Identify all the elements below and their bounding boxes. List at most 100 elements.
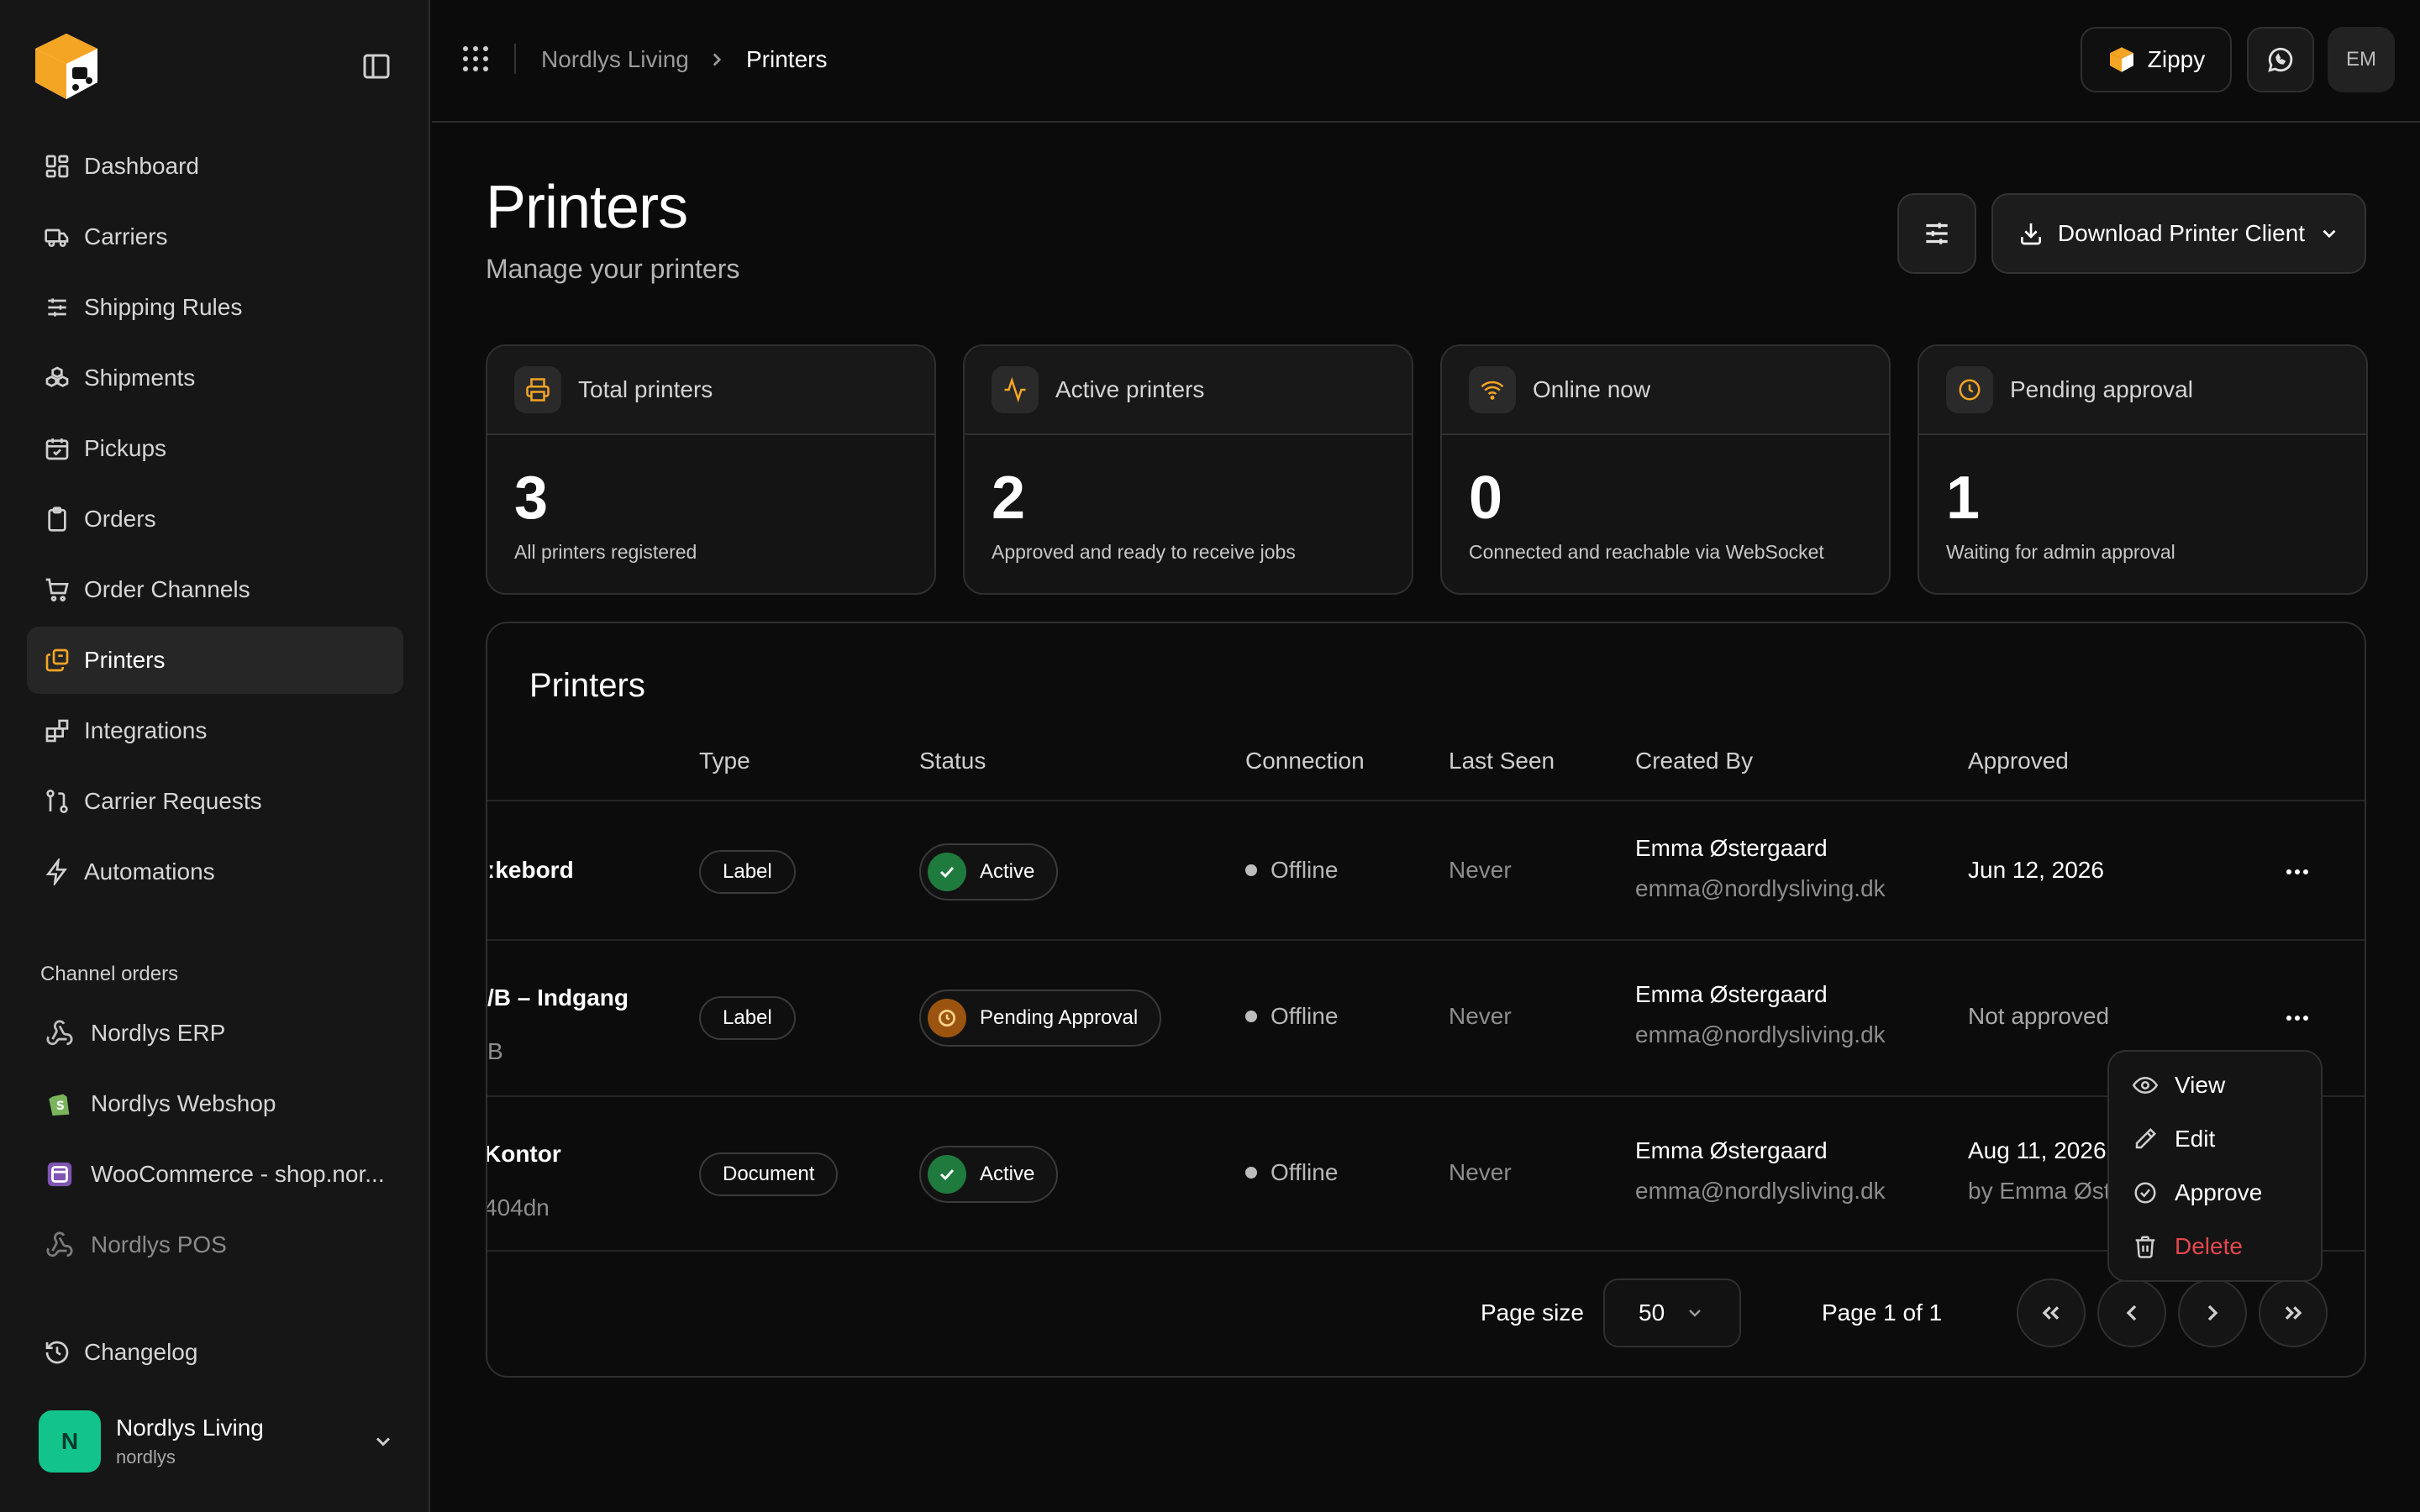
creator-name: Emma Østergaard [1635, 1137, 1828, 1163]
breadcrumb-org[interactable]: Nordlys Living [541, 46, 689, 73]
table-row[interactable]: Kontor 404dn Document Active Offline Nev… [487, 1095, 2365, 1252]
app-root: Dashboard Carriers Shipping Rules Shipme… [0, 0, 2420, 1512]
check-circle-icon [2134, 1182, 2156, 1204]
creator-email: emma@nordlysliving.dk [1635, 1178, 1886, 1204]
channel-orders-heading: Channel orders [40, 963, 179, 985]
stat-card-pending-approval: Pending approval 1 Waiting for admin app… [1918, 344, 2368, 595]
sidebar-item-shipments[interactable]: Shipments [27, 344, 403, 412]
table-row[interactable]: /B – Indgang B Label Pending Approval Of… [487, 939, 2365, 1095]
eye-icon [2133, 1076, 2158, 1095]
git-pull-icon [44, 788, 71, 815]
column-header-created-by[interactable]: Created By [1635, 748, 1753, 774]
menu-item-delete[interactable]: Delete [2109, 1220, 2321, 1273]
activity-icon [992, 366, 1039, 413]
channel-item-nordlys-webshop[interactable]: S Nordlys Webshop [27, 1070, 403, 1137]
stat-card-header: Total printers [487, 346, 934, 435]
menu-item-label: Approve [2175, 1179, 2263, 1205]
column-header-status[interactable]: Status [919, 748, 986, 774]
menu-item-edit[interactable]: Edit [2109, 1112, 2321, 1166]
dashboard-icon [44, 153, 71, 180]
sidebar-item-printers[interactable]: Printers [27, 627, 403, 694]
status-label: Active [980, 860, 1035, 883]
offline-dot [1245, 864, 1257, 876]
zippy-logo[interactable] [29, 29, 104, 104]
chevron-right-icon [2207, 1305, 2218, 1321]
last-seen: Never [1449, 857, 1512, 883]
more-horizontal-icon[interactable] [2281, 855, 2314, 889]
sidebar-item-pickups[interactable]: Pickups [27, 415, 403, 482]
blocks-icon [44, 717, 71, 744]
creator-email: emma@nordlysliving.dk [1635, 1021, 1886, 1047]
last-seen: Never [1449, 1003, 1512, 1029]
org-avatar: N [39, 1410, 101, 1473]
menu-item-approve[interactable]: Approve [2109, 1166, 2321, 1220]
chevron-down-icon [376, 1437, 391, 1446]
chat-icon [2268, 47, 2293, 72]
org-name: Nordlys Living [116, 1415, 264, 1441]
status-badge: Active [919, 1146, 1059, 1203]
download-printer-client-button[interactable]: Download Printer Client [1991, 193, 2366, 274]
column-header-approved[interactable]: Approved [1968, 748, 2069, 774]
printers-icon [44, 647, 71, 674]
zippy-button[interactable]: Zippy [2081, 27, 2232, 92]
row-actions-menu: View Edit Approve Delete [2107, 1050, 2323, 1282]
sidebar-item-orders[interactable]: Orders [27, 486, 403, 553]
sidebar-item-label: Shipments [84, 365, 196, 391]
menu-item-view[interactable]: View [2109, 1058, 2321, 1112]
sliders-icon [44, 294, 71, 321]
org-switcher[interactable]: N Nordlys Living nordlys [39, 1410, 395, 1473]
sidebar-item-label: Integrations [84, 717, 208, 743]
more-horizontal-icon[interactable] [2281, 1001, 2314, 1035]
pencil-icon [2135, 1127, 2157, 1149]
sidebar-item-integrations[interactable]: Integrations [27, 697, 403, 764]
webhook-icon [44, 1017, 76, 1049]
status-label: Active [980, 1163, 1035, 1185]
filter-settings-button[interactable] [1897, 193, 1976, 274]
approved-date: Aug 11, 2026 [1968, 1137, 2107, 1163]
sidebar-toggle-icon[interactable] [358, 52, 395, 81]
topbar: Nordlys Living Printers Zippy EM [432, 0, 2420, 123]
clipboard-icon [44, 506, 71, 533]
first-page-button[interactable] [2017, 1278, 2086, 1347]
page-title: Printers [486, 174, 688, 241]
printer-name: ːkebord [487, 857, 574, 883]
chat-button[interactable] [2247, 27, 2314, 92]
channel-item-nordlys-erp[interactable]: Nordlys ERP [27, 1000, 403, 1067]
stat-value: 0 [1469, 465, 1503, 532]
topbar-divider [514, 44, 516, 74]
stat-label: Pending approval [2010, 376, 2193, 402]
org-slug: nordlys [116, 1446, 176, 1467]
last-page-button[interactable] [2259, 1278, 2328, 1347]
column-header-type[interactable]: Type [699, 748, 750, 774]
table-row[interactable]: ːkebord Label Active Offline Never Emma … [487, 800, 2365, 939]
sidebar-item-order-channels[interactable]: Order Channels [27, 556, 403, 623]
page-size-select[interactable]: 50 [1603, 1278, 1741, 1347]
type-badge: Label [699, 996, 796, 1040]
sidebar-item-label: Carrier Requests [84, 788, 262, 814]
chevron-right-icon [713, 53, 722, 66]
next-page-button[interactable] [2178, 1278, 2247, 1347]
boxes-icon [44, 365, 71, 391]
sidebar-item-shipping-rules[interactable]: Shipping Rules [27, 274, 403, 341]
channel-item-nordlys-pos[interactable]: Nordlys POS [27, 1211, 403, 1278]
sidebar-item-automations[interactable]: Automations [27, 838, 403, 906]
sidebar-item-carrier-requests[interactable]: Carrier Requests [27, 768, 403, 835]
approved-date: Not approved [1968, 1003, 2110, 1029]
user-avatar[interactable]: EM [2328, 27, 2395, 92]
sidebar-item-carriers[interactable]: Carriers [27, 203, 403, 270]
panel-title: Printers [529, 667, 645, 704]
connection-status: Offline [1245, 1003, 1338, 1030]
connection-status: Offline [1245, 1159, 1338, 1186]
stat-card-active-printers: Active printers 2 Approved and ready to … [963, 344, 1413, 595]
menu-item-label: Edit [2175, 1126, 2216, 1152]
column-header-connection[interactable]: Connection [1245, 748, 1365, 774]
channel-item-woocommerce[interactable]: WooCommerce - shop.nor... [27, 1141, 403, 1208]
menu-item-label: Delete [2175, 1233, 2243, 1259]
column-header-last-seen[interactable]: Last Seen [1449, 748, 1555, 774]
chevron-down-icon [1689, 1310, 1702, 1317]
sidebar-item-changelog[interactable]: Changelog [27, 1319, 403, 1386]
sidebar-item-dashboard[interactable]: Dashboard [27, 133, 403, 200]
prev-page-button[interactable] [2097, 1278, 2166, 1347]
apps-grid-icon[interactable] [460, 44, 491, 74]
chevrons-left-icon [2042, 1306, 2060, 1320]
